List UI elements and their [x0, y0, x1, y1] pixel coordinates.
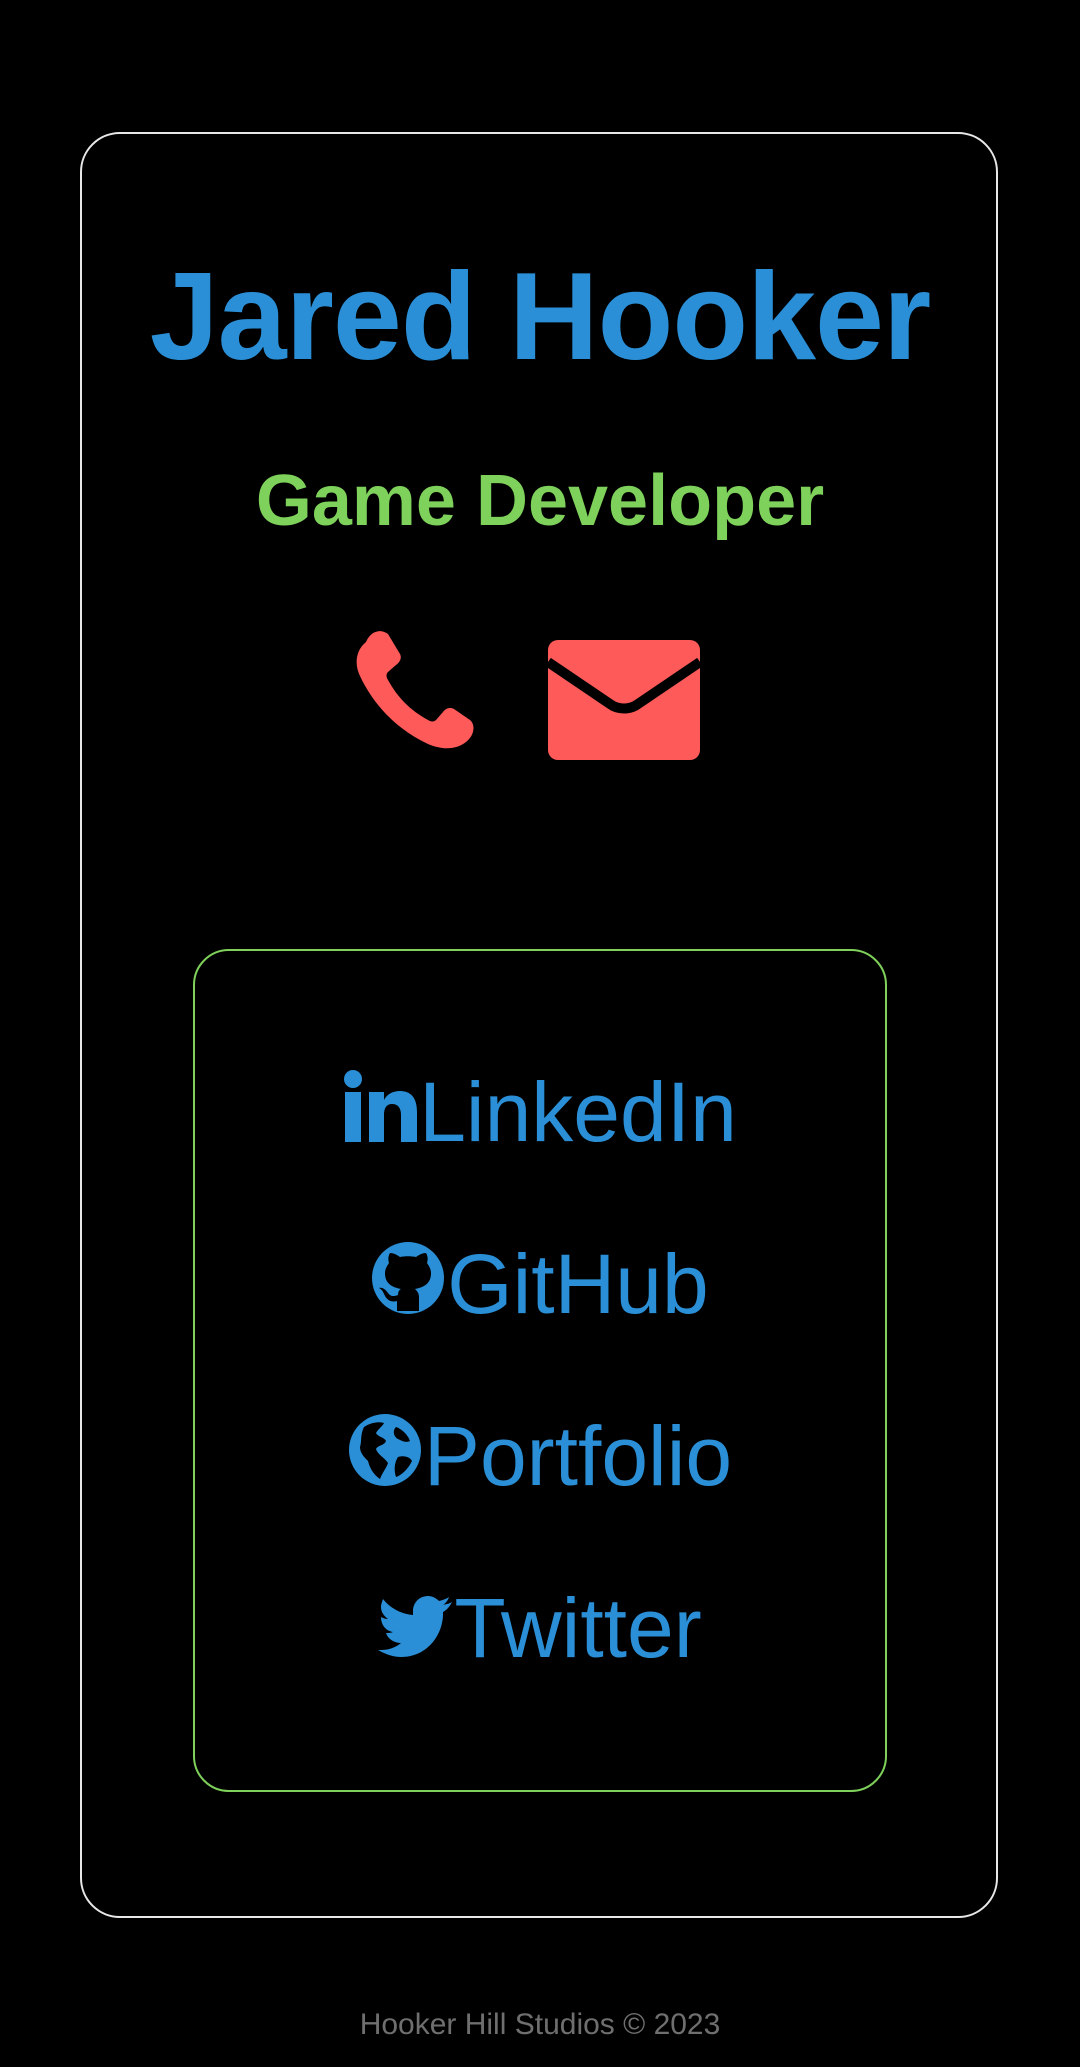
- footer-copyright: Hooker Hill Studios © 2023: [359, 2008, 721, 2041]
- portfolio-link[interactable]: Portfolio: [193, 1406, 887, 1506]
- portfolio-label: Portfolio: [423, 1409, 733, 1503]
- github-icon: [371, 1241, 445, 1328]
- profile-role: Game Developer: [255, 461, 825, 541]
- twitter-label: Twitter: [454, 1581, 702, 1675]
- linkedin-icon: [343, 1069, 418, 1155]
- globe-icon: [348, 1413, 422, 1500]
- github-link[interactable]: GitHub: [193, 1234, 887, 1334]
- twitter-link[interactable]: Twitter: [193, 1578, 887, 1678]
- linkedin-label: LinkedIn: [419, 1065, 737, 1159]
- linkedin-link[interactable]: LinkedIn: [193, 1062, 887, 1162]
- phone-icon[interactable]: [352, 628, 476, 752]
- envelope-icon[interactable]: [545, 640, 703, 760]
- twitter-icon: [378, 1586, 453, 1670]
- github-label: GitHub: [447, 1237, 709, 1331]
- profile-name: Jared Hooker: [149, 248, 932, 386]
